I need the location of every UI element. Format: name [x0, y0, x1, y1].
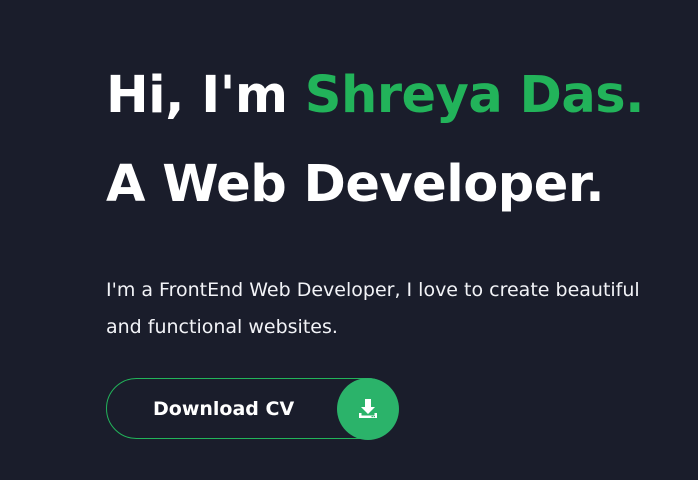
download-cv-button[interactable]: Download CV [106, 378, 399, 440]
hero-section: Hi, I'm Shreya Das. A Web Developer. [106, 70, 691, 210]
download-icon-glyph [359, 399, 377, 418]
developer-name: Shreya Das. [304, 66, 645, 125]
download-cv-label: Download CV [153, 397, 295, 420]
role-headline: A Web Developer. [106, 155, 605, 214]
intro-text: I'm a FrontEnd Web Developer, I love to … [106, 279, 640, 338]
download-icon [337, 378, 399, 440]
greeting-prefix: Hi, I'm [106, 66, 288, 125]
hero-greeting: Hi, I'm Shreya Das. [106, 70, 691, 136]
